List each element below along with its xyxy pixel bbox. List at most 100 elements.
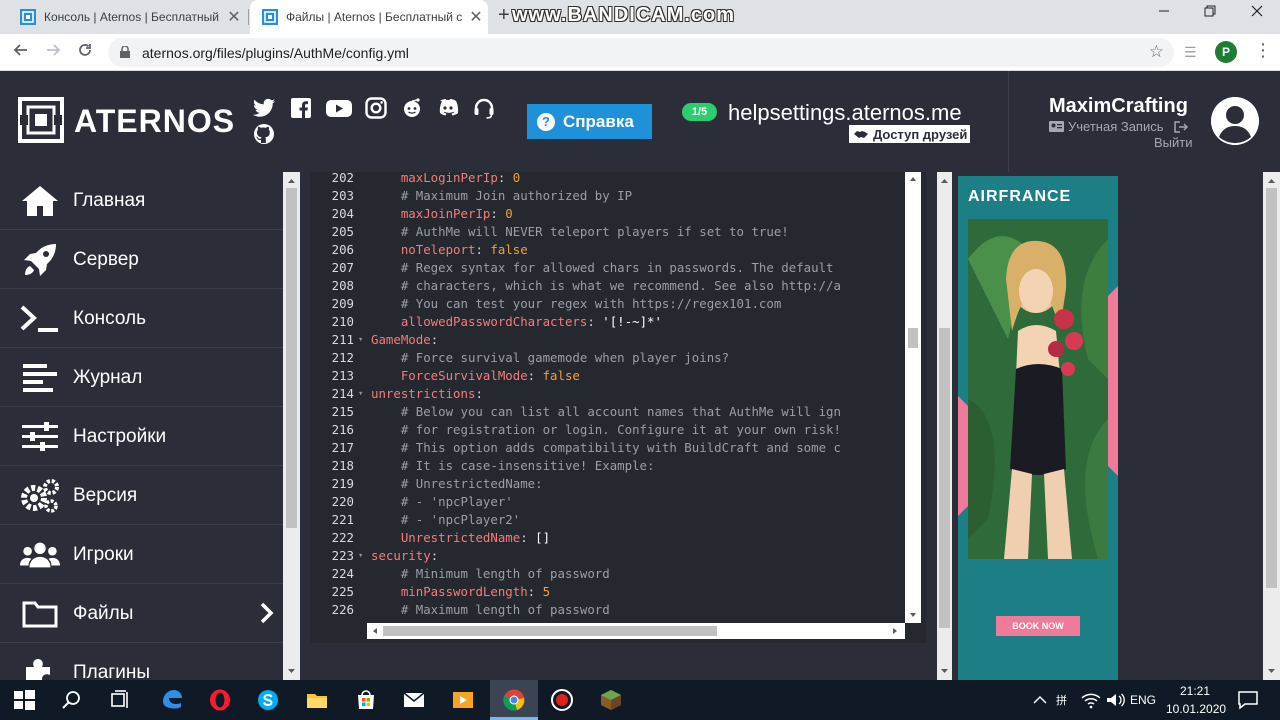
close-window-button[interactable] [1234,4,1280,22]
friends-access-button[interactable]: Доступ друзей [849,125,970,143]
task-view-icon[interactable] [108,688,132,712]
reload-button[interactable] [74,42,96,63]
volume-icon[interactable] [1104,688,1126,712]
logout-link[interactable]: Выйти [1154,135,1193,150]
sidebar-item-files[interactable]: Файлы [0,585,283,643]
aternos-logo-icon[interactable] [18,97,64,143]
aternos-logo-text[interactable]: ATERNOS [74,103,235,140]
back-button[interactable] [10,42,32,63]
edge-browser-icon[interactable] [160,688,184,712]
reddit-icon[interactable] [400,96,424,120]
fold-toggle-icon[interactable]: ▾ [358,385,363,403]
clock-time[interactable]: 21:21 [1180,684,1210,698]
minimize-button[interactable] [1141,4,1187,22]
code-line[interactable]: 203 # Maximum Join authorized by IP [310,187,905,205]
facebook-icon[interactable] [289,96,313,120]
instagram-icon[interactable] [364,96,388,120]
input-language[interactable]: ENG [1130,693,1156,707]
skype-icon[interactable] [256,688,280,712]
code-line[interactable]: 209 # You can test your regex with https… [310,295,905,313]
code-line[interactable]: 212 # Force survival gamemode when playe… [310,349,905,367]
code-line[interactable]: 217 # This option adds compatibility wit… [310,439,905,457]
reading-list-icon[interactable]: ☰ [1184,44,1197,61]
code-line[interactable]: 216 # for registration or login. Configu… [310,421,905,439]
store-icon[interactable] [354,688,378,712]
sidebar-scroll-thumb[interactable] [286,188,297,528]
code-line[interactable]: 218 # It is case-insensitive! Example: [310,457,905,475]
fold-toggle-icon[interactable]: ▾ [358,331,363,349]
chrome-icon[interactable] [502,688,526,712]
sidebar-item-server[interactable]: Сервер [0,231,283,289]
sidebar-item-log[interactable]: Журнал [0,349,283,407]
search-icon[interactable] [60,688,84,712]
maximize-button[interactable] [1187,4,1233,22]
keyboard-layout-icon[interactable]: 拼 [1054,688,1076,712]
user-avatar-icon[interactable] [1211,97,1259,145]
code-line[interactable]: 213 ForceSurvivalMode: false [310,367,905,385]
code-line[interactable]: 224 # Minimum length of password [310,565,905,583]
notifications-icon[interactable] [1236,688,1260,712]
advertisement-banner[interactable]: AIRFRANCE BOOK NOW [958,176,1118,680]
code-line[interactable]: 202 maxLoginPerIp: 0 [310,172,905,187]
code-line[interactable]: 204 maxJoinPerIp: 0 [310,205,905,223]
yaml-code-editor[interactable]: 202 maxLoginPerIp: 0 203 # Maximum Join a… [310,172,905,623]
forward-button[interactable] [42,42,64,63]
account-link[interactable]: Учетная Запись [1049,119,1188,134]
code-line[interactable]: 219 # UnrestrictedName: [310,475,905,493]
file-explorer-icon[interactable] [305,688,329,712]
code-line[interactable]: 215 # Below you can list all account nam… [310,403,905,421]
server-address[interactable]: helpsettings.aternos.me [728,100,962,126]
content-scroll-thumb[interactable] [939,328,950,628]
code-line[interactable]: 226 # Maximum length of password [310,601,905,619]
code-line[interactable]: 222 UnrestrictedName: [] [310,529,905,547]
code-line[interactable]: 225 minPasswordLength: 5 [310,583,905,601]
media-player-icon[interactable] [451,688,475,712]
code-line[interactable]: 211 ▾ GameMode: [310,331,905,349]
sidebar-item-plugins[interactable]: Плагины [0,644,283,680]
code-line[interactable]: 214 ▾ unrestrictions: [310,385,905,403]
sidebar-item-version[interactable]: Версия [0,467,283,525]
tab-files[interactable]: Файлы | Aternos | Бесплатный с ✕ [250,0,488,34]
tab-close-icon[interactable]: ✕ [222,7,246,27]
sidebar-item-home[interactable]: Главная [0,172,283,230]
code-line[interactable]: 208 # characters, which is what we recom… [310,277,905,295]
fold-toggle-icon[interactable]: ▾ [358,547,363,565]
code-line[interactable]: 221 # - 'npcPlayer2' [310,511,905,529]
code-line[interactable]: 223 ▾ security: [310,547,905,565]
editor-horizontal-scrollbar[interactable] [367,623,905,639]
new-tab-button[interactable]: + [498,4,510,27]
youtube-icon[interactable] [325,96,353,120]
sidebar-item-console[interactable]: Консоль [0,290,283,348]
minecraft-icon[interactable] [599,688,623,712]
github-icon[interactable] [252,122,276,146]
mail-icon[interactable] [402,688,426,712]
code-line[interactable]: 210 allowedPasswordCharacters: '[!-~]*' [310,313,905,331]
code-line[interactable]: 205 # AuthMe will NEVER teleport players… [310,223,905,241]
opera-icon[interactable] [208,688,232,712]
page-scroll-thumb[interactable] [1266,188,1277,588]
browser-menu-icon[interactable]: ⋮ [1254,40,1272,61]
code-line[interactable]: 207 # Regex syntax for allowed chars in … [310,259,905,277]
tab-close-icon[interactable]: ✕ [464,7,488,27]
bandicam-record-icon[interactable] [550,688,574,712]
wifi-icon[interactable] [1080,688,1102,712]
clock-date[interactable]: 10.01.2020 [1166,702,1226,716]
content-scrollbar[interactable] [937,172,952,680]
help-button[interactable]: ? Справка [527,104,652,139]
discord-icon[interactable] [436,96,460,120]
sidebar-item-players[interactable]: Игроки [0,526,283,584]
book-now-button[interactable]: BOOK NOW [996,616,1080,636]
sidebar-scrollbar[interactable] [283,172,300,680]
profile-avatar[interactable]: P [1215,41,1237,63]
headset-icon[interactable] [472,96,496,120]
tab-console[interactable]: Консоль | Aternos | Бесплатный ✕ [8,0,246,34]
twitter-icon[interactable] [252,96,276,120]
bookmark-star-icon[interactable]: ☆ [1149,42,1164,62]
sidebar-item-settings[interactable]: Настройки [0,408,283,466]
page-scrollbar[interactable] [1263,172,1280,680]
url-input[interactable]: aternos.org/files/plugins/AuthMe/config.… [108,38,1174,67]
code-line[interactable]: 206 noTeleport: false [310,241,905,259]
tray-chevron-up-icon[interactable] [1030,688,1050,712]
editor-vertical-scrollbar[interactable] [905,172,921,623]
editor-horizontal-scroll-thumb[interactable] [383,626,717,636]
